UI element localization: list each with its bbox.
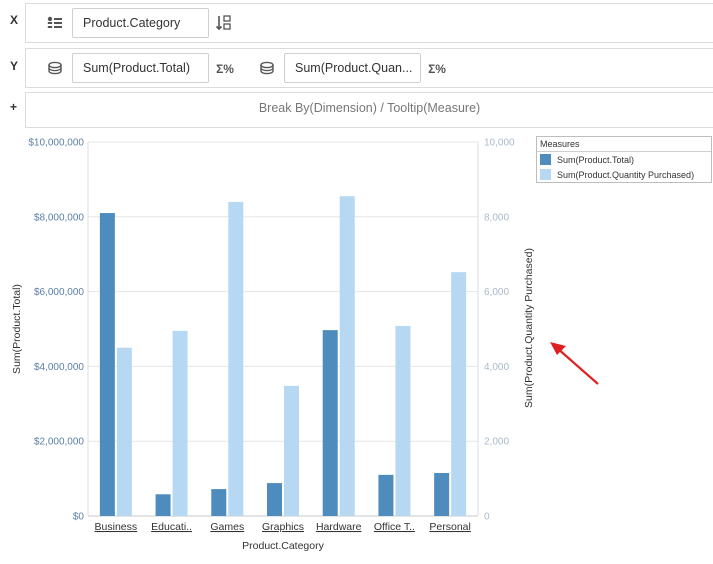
legend-title: Measures xyxy=(537,137,711,152)
aggregation-icon-quantity[interactable]: Σ% xyxy=(426,61,448,77)
breakby-shelf: + Break By(Dimension) / Tooltip(Measure) xyxy=(0,90,713,130)
y-field-pill-total[interactable]: Sum(Product.Total) xyxy=(72,53,209,83)
y-right-tick-label: 2,000 xyxy=(484,437,509,448)
bar-quantity-2 xyxy=(228,201,244,516)
measure-coin-icon xyxy=(258,59,276,77)
y-right-tick-label: 0 xyxy=(484,512,490,523)
sort-icon[interactable] xyxy=(214,13,234,33)
bar-quantity-1 xyxy=(172,330,188,516)
x-category-label: Personal xyxy=(429,521,470,533)
bar-quantity-6 xyxy=(451,272,467,516)
breakby-shelf-label: + xyxy=(10,100,18,114)
bar-total-2 xyxy=(211,489,227,516)
y-right-axis-title: Sum(Product.Quantity Purchased) xyxy=(523,248,535,408)
bar-chart: $0 0 $2,000,000 2,000 $4,000,000 4,000 $6,000,… xyxy=(11,138,535,553)
y-left-tick-label: $2,000,000 xyxy=(34,437,84,448)
x-shelf: X Product.Category xyxy=(0,0,713,44)
y-field-pill-quantity[interactable]: Sum(Product.Quan... xyxy=(284,53,421,83)
annotation-arrow xyxy=(550,342,599,385)
x-shelf-label: X xyxy=(10,13,19,27)
breakby-dropzone[interactable]: Break By(Dimension) / Tooltip(Measure) xyxy=(25,92,713,128)
y-right-tick-label: 4,000 xyxy=(484,362,509,373)
measure-coin-icon xyxy=(46,59,64,77)
bar-total-5 xyxy=(378,474,394,516)
x-axis-title: Product.Category xyxy=(242,540,324,552)
legend-item-quantity[interactable]: Sum(Product.Quantity Purchased) xyxy=(537,167,711,182)
y-right-tick-label: 10,000 xyxy=(484,138,515,149)
bar-total-6 xyxy=(434,472,450,516)
legend-item-total[interactable]: Sum(Product.Total) xyxy=(537,152,711,167)
bar-total-1 xyxy=(155,494,171,516)
y-left-tick-label: $10,000,000 xyxy=(28,138,84,149)
y-left-tick-label: $4,000,000 xyxy=(34,362,84,373)
legend-label-total: Sum(Product.Total) xyxy=(557,154,635,165)
bar-total-3 xyxy=(267,483,282,516)
legend: Measures Sum(Product.Total) Sum(Product.… xyxy=(536,136,712,183)
x-category-label: Educati.. xyxy=(151,521,192,533)
legend-label-quantity: Sum(Product.Quantity Purchased) xyxy=(557,169,695,180)
x-category-label: Hardware xyxy=(316,521,362,533)
y-left-tick-label: $8,000,000 xyxy=(34,212,84,223)
legend-swatch-total xyxy=(540,154,551,165)
y-left-tick-label: $6,000,000 xyxy=(34,287,84,298)
x-category-label: Graphics xyxy=(262,521,304,533)
y-shelf-label: Y xyxy=(10,59,19,73)
y-right-tick-label: 8,000 xyxy=(484,212,509,223)
y-shelf-dropzone[interactable]: Sum(Product.Total) Σ% Sum(Product.Quan..… xyxy=(25,48,713,88)
bar-quantity-4 xyxy=(339,196,355,516)
breakby-placeholder: Break By(Dimension) / Tooltip(Measure) xyxy=(258,101,481,115)
y-right-tick-label: 6,000 xyxy=(484,287,509,298)
y-left-tick-label: $0 xyxy=(73,512,85,523)
y-left-axis-title: Sum(Product.Total) xyxy=(11,284,23,374)
bar-total-4 xyxy=(322,330,338,516)
legend-swatch-quantity xyxy=(540,169,551,180)
x-category-label: Business xyxy=(95,521,138,533)
dimension-list-icon xyxy=(46,14,64,32)
bar-total-0 xyxy=(99,213,115,516)
x-shelf-dropzone[interactable]: Product.Category xyxy=(25,3,713,43)
x-category-label: Games xyxy=(210,521,244,533)
bar-quantity-0 xyxy=(116,347,132,516)
y-shelf: Y Sum(Product.Total) Σ% Sum(Product.Quan… xyxy=(0,46,713,88)
x-category-label: Office T.. xyxy=(374,521,415,533)
bar-quantity-3 xyxy=(284,385,299,516)
bar-quantity-5 xyxy=(395,326,411,516)
aggregation-icon-total[interactable]: Σ% xyxy=(214,61,236,77)
x-field-pill[interactable]: Product.Category xyxy=(72,8,209,38)
